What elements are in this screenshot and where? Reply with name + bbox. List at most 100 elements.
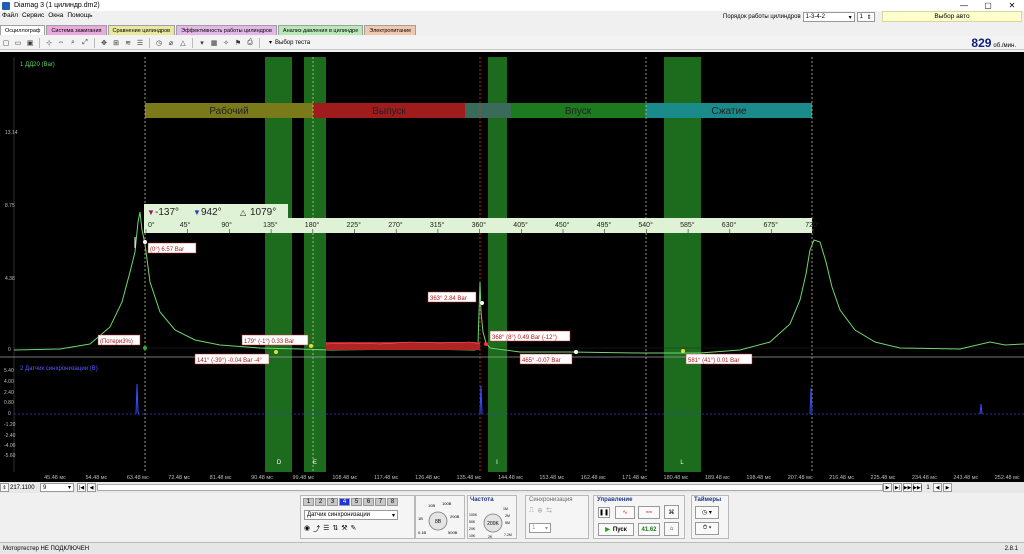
list-icon[interactable]: ☰ bbox=[323, 524, 329, 534]
tab-cylinder-efficiency[interactable]: Эффективность работы цилиндров bbox=[176, 25, 277, 35]
degree-label: 405° bbox=[513, 221, 528, 229]
annotation-465: 465° -0.07 Bar bbox=[522, 358, 561, 364]
control-panel: 1 2 3 4 5 6 7 8 Датчик синхронизации ▾ ◉ … bbox=[0, 493, 1024, 541]
marker-d[interactable]: D bbox=[277, 460, 282, 466]
scroll-first-button[interactable]: |◀ bbox=[77, 483, 86, 492]
start-button[interactable]: ▶ Пуск bbox=[598, 523, 634, 536]
tools-icon[interactable]: ⚒ bbox=[341, 524, 347, 534]
y2-tick: 5.40 bbox=[4, 368, 14, 374]
channels-select[interactable]: 9 ▾ bbox=[40, 483, 74, 492]
scroll-last-button[interactable]: ▶| bbox=[893, 483, 902, 492]
menu-windows[interactable]: Окна bbox=[46, 12, 65, 21]
stopwatch-icon[interactable]: ⏱ ▾ bbox=[695, 522, 719, 535]
trigger-icon[interactable]: ⤴ bbox=[313, 524, 320, 534]
zoom-icon[interactable]: ⌕ bbox=[69, 38, 78, 47]
tab-power-supply[interactable]: Электропитание bbox=[364, 25, 417, 35]
time-tick-label: 189.48 мс bbox=[705, 475, 730, 481]
point-0[interactable] bbox=[143, 240, 147, 244]
timer-icon[interactable]: ◷ ▾ bbox=[695, 506, 719, 519]
invert-icon[interactable]: ⇅ bbox=[332, 524, 338, 534]
channel-button-8[interactable]: 8 bbox=[387, 498, 398, 506]
triangle-icon[interactable]: △ bbox=[179, 38, 188, 47]
page-prev-button[interactable]: ◀ bbox=[933, 483, 942, 492]
degree-label: 720° bbox=[805, 221, 820, 229]
point-581[interactable] bbox=[681, 349, 685, 353]
scroll-next-button[interactable]: ▶▶ bbox=[903, 483, 912, 492]
zoom-spin[interactable]: ⇕ bbox=[0, 483, 9, 492]
menu-file[interactable]: Файл bbox=[0, 12, 20, 21]
multi-wave-button[interactable]: ≈≈ bbox=[638, 506, 660, 519]
fit-icon[interactable]: ⤢ bbox=[81, 38, 90, 47]
channel-button-7[interactable]: 7 bbox=[375, 498, 386, 506]
layers-icon[interactable]: ≋ bbox=[124, 38, 133, 47]
oscilloscope-view[interactable]: Рабочий Выпуск Впуск Сжатие 13.14 8.75 4… bbox=[0, 52, 1024, 482]
time-tick-label: 45.48 мс bbox=[44, 475, 66, 481]
table-icon[interactable]: ▦ bbox=[210, 38, 219, 47]
palette-icon[interactable]: ✎ bbox=[351, 524, 357, 534]
channel-button-2[interactable]: 2 bbox=[315, 498, 326, 506]
marker-e[interactable]: E bbox=[313, 460, 317, 466]
scroll-end-button[interactable]: ▶▶| bbox=[913, 483, 922, 492]
tab-oscilloscope[interactable]: Осциллограф bbox=[0, 25, 46, 35]
point-loss[interactable] bbox=[143, 346, 147, 350]
sync-pulse bbox=[809, 387, 813, 415]
menu-help[interactable]: Помощь bbox=[65, 12, 94, 21]
scroll-track[interactable] bbox=[97, 484, 883, 491]
flag-icon[interactable]: ⚑ bbox=[234, 38, 243, 47]
save-icon[interactable]: ▣ bbox=[26, 38, 35, 47]
menu-service[interactable]: Сервис bbox=[20, 12, 46, 21]
phase-compression-label: Сжатие bbox=[711, 106, 747, 117]
degree-label: 540° bbox=[638, 221, 653, 229]
point-465[interactable] bbox=[574, 350, 578, 354]
pause-button[interactable]: ❚❚ bbox=[598, 507, 610, 518]
measure-icon[interactable]: ⇔ bbox=[57, 38, 66, 47]
channel-button-4[interactable]: 4 bbox=[339, 498, 350, 506]
svg-text:1В: 1В bbox=[418, 516, 423, 521]
grid-icon[interactable]: ⊞ bbox=[112, 38, 121, 47]
point-141[interactable] bbox=[274, 350, 278, 354]
channels-icon[interactable]: ☰ bbox=[136, 38, 145, 47]
filter-icon[interactable]: ▾ bbox=[198, 38, 207, 47]
close-button[interactable]: ✕ bbox=[1000, 0, 1024, 11]
camera-icon[interactable]: ⌘ bbox=[664, 505, 679, 519]
channel-button-6[interactable]: 6 bbox=[363, 498, 374, 506]
reference-icon[interactable]: ⌀ bbox=[167, 38, 176, 47]
minimize-button[interactable]: — bbox=[952, 0, 976, 11]
new-file-icon[interactable]: ▢ bbox=[2, 38, 11, 47]
channel-button-5[interactable]: 5 bbox=[351, 498, 362, 506]
sensor-select[interactable]: Датчик синхронизации ▾ bbox=[304, 510, 398, 520]
auto-select-button[interactable]: Выбор авто bbox=[882, 11, 1022, 22]
print-icon[interactable]: ⎙ bbox=[246, 38, 255, 47]
page-next-button[interactable]: ▶ bbox=[943, 483, 952, 492]
scroll-left-button[interactable]: ◀ bbox=[87, 483, 96, 492]
voltage-panel: 8В 10В 100В 1В 200В 0.1В 500В bbox=[415, 495, 465, 539]
move-icon[interactable]: ✥ bbox=[100, 38, 109, 47]
channel-button-3[interactable]: 3 bbox=[327, 498, 338, 506]
rpm-value: 829 bbox=[971, 36, 992, 50]
cylinder-select[interactable]: 1 ⇕ bbox=[856, 12, 875, 22]
tab-pressure-analysis[interactable]: Анализ давления в цилиндре bbox=[277, 25, 364, 35]
auto-icon[interactable]: ⌂ bbox=[664, 522, 679, 536]
point-179[interactable] bbox=[309, 344, 313, 348]
point-368[interactable] bbox=[484, 342, 488, 346]
single-wave-button[interactable]: ∿ bbox=[615, 506, 635, 519]
degree-label: 90° bbox=[221, 221, 232, 229]
eye-icon[interactable]: ◉ bbox=[304, 524, 310, 534]
cursor-icon[interactable]: ⊹ bbox=[45, 38, 54, 47]
tab-ignition[interactable]: Система зажигания bbox=[46, 25, 107, 35]
cylinder-order-select[interactable]: 1-3-4-2 ▾ bbox=[802, 12, 855, 22]
version: 2.8.1 bbox=[1004, 545, 1018, 552]
open-folder-icon[interactable]: ▭ bbox=[14, 38, 23, 47]
channel-button-1[interactable]: 1 bbox=[303, 498, 314, 506]
sparkle-icon[interactable]: ✧ bbox=[222, 38, 231, 47]
scroll-right-button[interactable]: ▶ bbox=[883, 483, 892, 492]
control-value[interactable]: 41.62 bbox=[638, 523, 660, 536]
frequency-panel: Частота 200K 100K 1M 50K 2M 20K 5M 10K 2… bbox=[467, 495, 517, 539]
sync-select[interactable]: 1 ▾ bbox=[529, 523, 551, 533]
point-363[interactable] bbox=[480, 301, 484, 305]
tab-cylinder-compare[interactable]: Сравнение цилиндров bbox=[107, 25, 176, 35]
timer-icon[interactable]: ◷ bbox=[155, 38, 164, 47]
maximize-button[interactable]: ▢ bbox=[976, 0, 1000, 11]
degree-label: 0° bbox=[148, 221, 155, 229]
test-select[interactable]: ▾ Выбор теста bbox=[269, 39, 310, 47]
